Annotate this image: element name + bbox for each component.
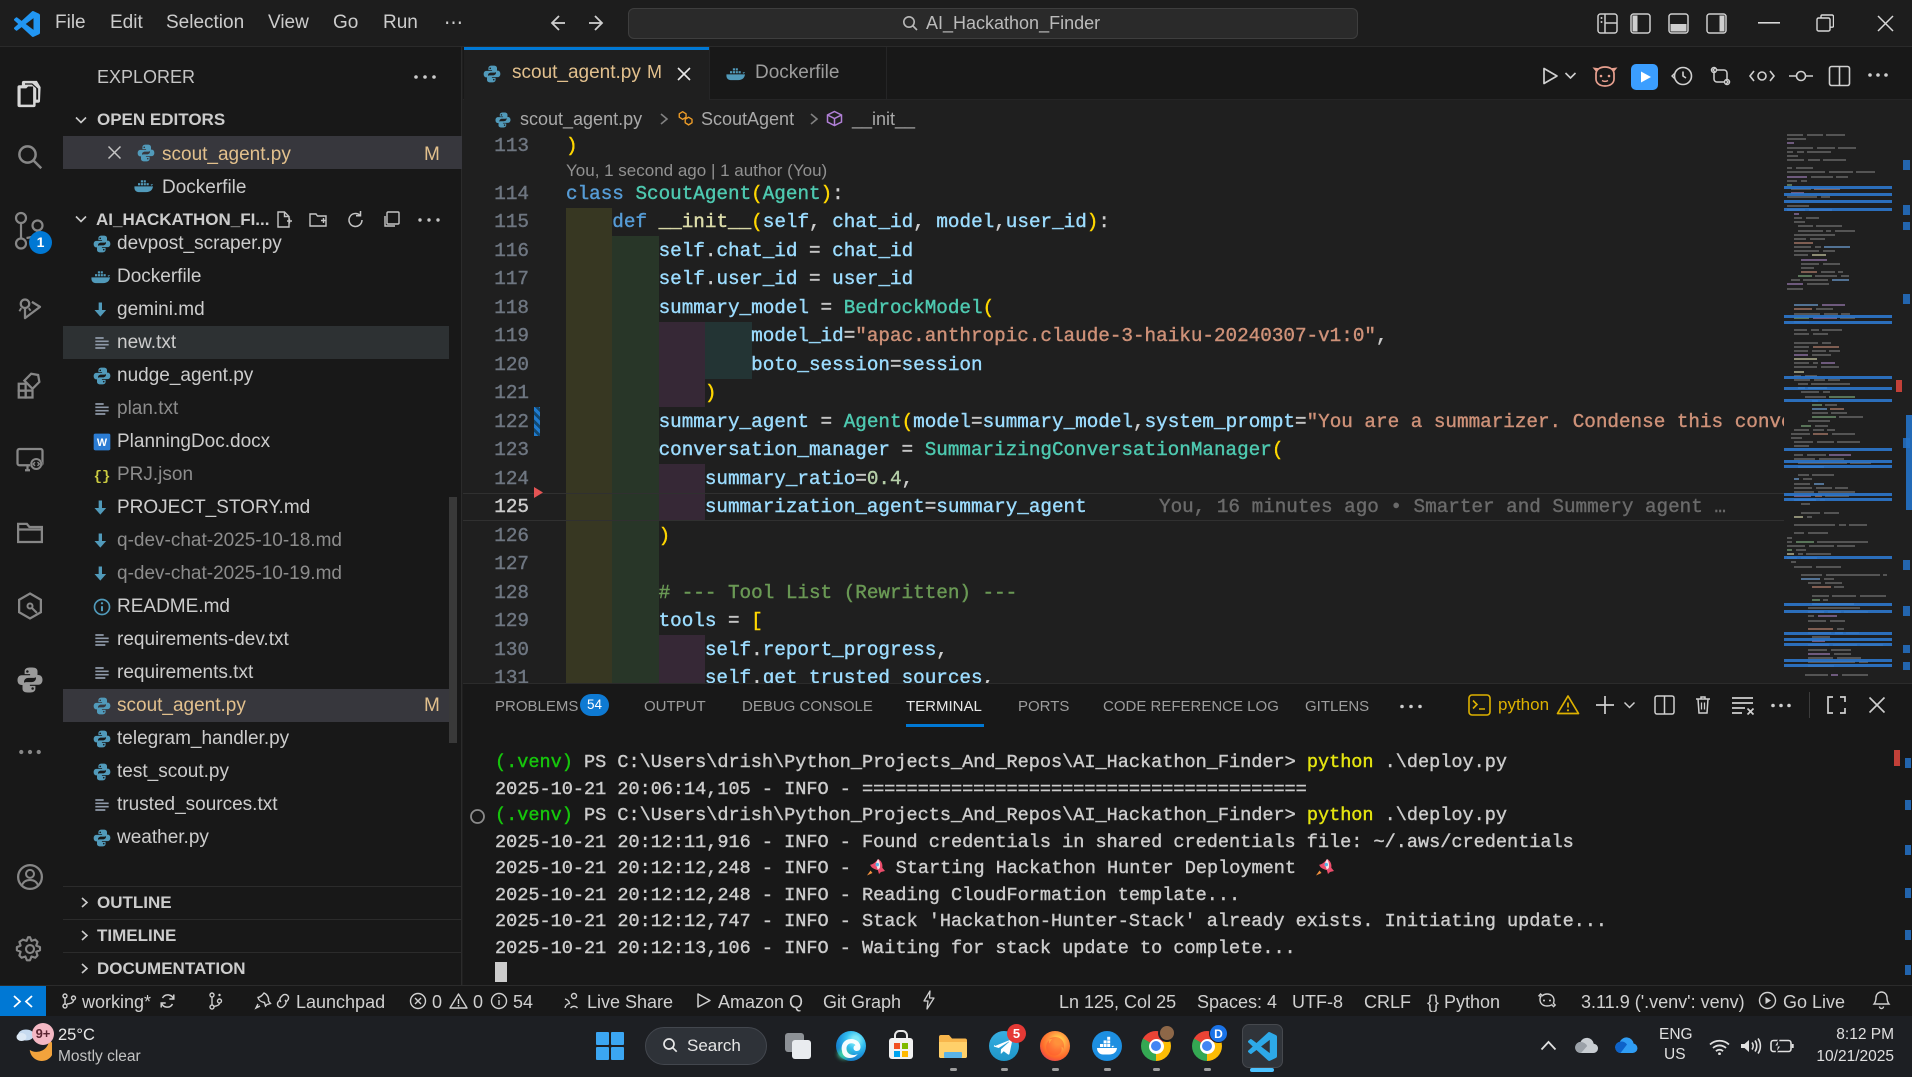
svg-text:W: W <box>97 437 108 449</box>
svg-text:{}: {} <box>94 469 111 485</box>
